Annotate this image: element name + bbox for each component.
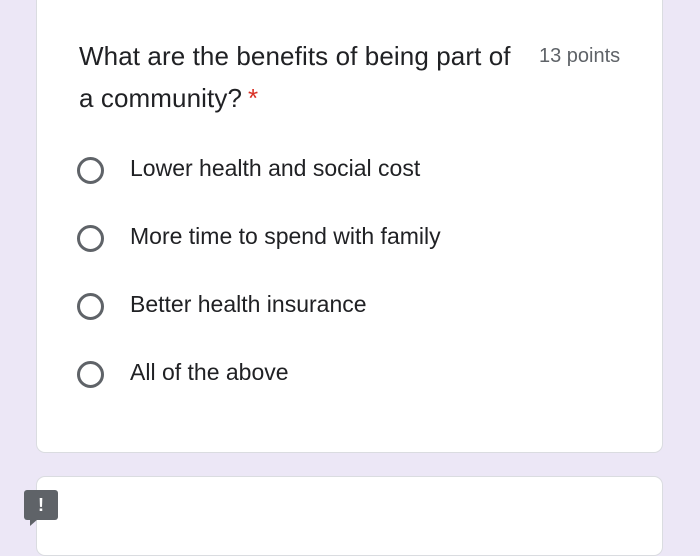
radio-button[interactable] <box>77 157 104 184</box>
feedback-button[interactable]: ! <box>24 490 58 526</box>
question-title: What are the benefits of being part of a… <box>79 35 519 119</box>
radio-button[interactable] <box>77 293 104 320</box>
option-label: All of the above <box>130 359 289 385</box>
required-asterisk: * <box>248 83 259 113</box>
option-lower-health-cost[interactable]: Lower health and social cost <box>77 157 441 225</box>
question-card: What are the benefits of being part of a… <box>36 0 663 453</box>
question-title-text: What are the benefits of being part of a… <box>79 41 511 113</box>
radio-button[interactable] <box>77 225 104 252</box>
option-more-time-family[interactable]: More time to spend with family <box>77 225 441 293</box>
option-label: More time to spend with family <box>130 223 441 249</box>
option-label: Lower health and social cost <box>130 155 421 181</box>
radio-button[interactable] <box>77 361 104 388</box>
exclamation-icon: ! <box>38 494 44 515</box>
option-better-health-insurance[interactable]: Better health insurance <box>77 293 441 361</box>
points-label: 13 points <box>539 45 621 67</box>
option-all-of-the-above[interactable]: All of the above <box>77 361 441 429</box>
option-label: Better health insurance <box>130 291 367 317</box>
options-list: Lower health and social cost More time t… <box>77 157 441 429</box>
next-question-card <box>36 476 663 556</box>
